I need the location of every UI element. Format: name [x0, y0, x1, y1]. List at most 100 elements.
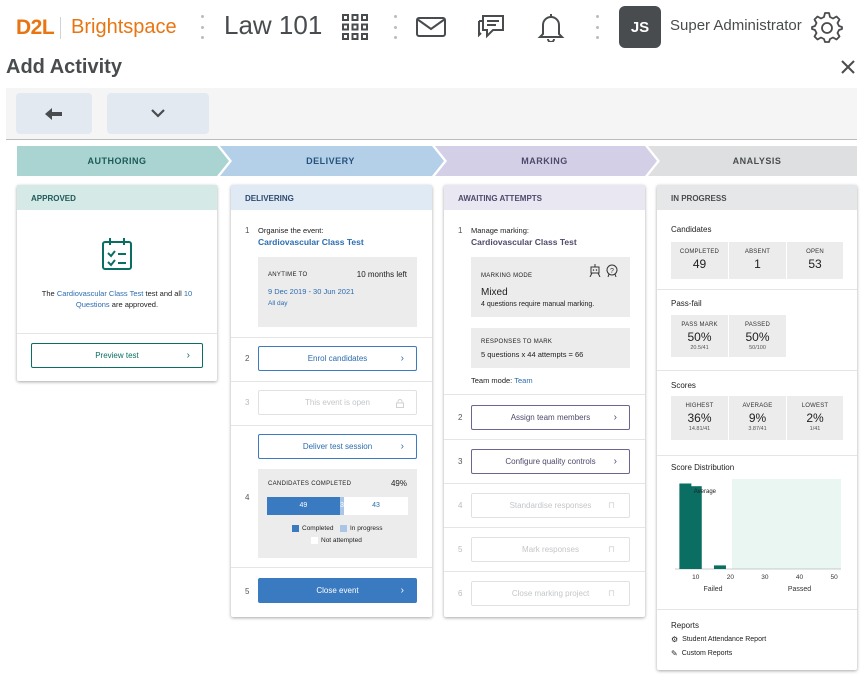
status-badge: DELIVERING [231, 185, 432, 210]
legend-completed: Completed [292, 525, 333, 532]
preview-test-button[interactable]: Preview test › [31, 343, 203, 368]
progress-completed: 49 [267, 497, 340, 515]
stage-bar: AUTHORING DELIVERY MARKING ANALYSIS [17, 146, 857, 176]
person-question-icon: ? [606, 264, 618, 278]
x-tick-label: 20 [727, 574, 735, 581]
separator-dots [596, 15, 599, 39]
lock-icon: ⊓ [607, 544, 615, 554]
x-tick-label: 50 [830, 574, 838, 581]
stat-open: OPEN 53 [787, 242, 843, 279]
chat-icon[interactable] [474, 10, 508, 44]
failed-label: Failed [704, 586, 723, 593]
legend-in-progress: In progress [340, 525, 383, 532]
enrol-candidates-button[interactable]: Enrol candidates › [258, 346, 417, 371]
avatar[interactable]: JS [619, 6, 661, 48]
stat-pass-mark: PASS MARK 50% 20.5/41 [671, 315, 728, 357]
stat-completed: COMPLETED 49 [671, 242, 728, 279]
chevron-right-icon: › [400, 585, 404, 596]
checklist-icon [102, 238, 132, 270]
robot-icon [589, 264, 601, 277]
brightspace-logo[interactable]: Brightspace [71, 16, 177, 39]
stat-absent: ABSENT 1 [729, 242, 786, 279]
assign-team-button[interactable]: Assign team members › [471, 405, 630, 430]
stat-lowest: LOWEST 2% 1/41 [787, 396, 843, 440]
lock-icon: ⊓ [607, 588, 615, 598]
progress-not-attempted: 43 [344, 497, 408, 515]
course-title[interactable]: Law 101 [224, 10, 322, 41]
scores-title: Scores [671, 381, 696, 390]
grid-icon[interactable] [338, 10, 372, 44]
close-event-button[interactable]: Close event › [258, 578, 417, 603]
event-link[interactable]: Cardiovascular Class Test [258, 237, 364, 247]
marking-mode-box: MARKING MODE ? Mixed 4 questions require… [471, 257, 630, 317]
lock-icon [396, 399, 404, 408]
manage-label: Manage marking: [471, 226, 529, 235]
bell-icon[interactable] [534, 10, 568, 44]
chevron-right-icon: › [613, 412, 617, 423]
svg-text:?: ? [610, 268, 614, 275]
gear-icon[interactable] [810, 10, 844, 44]
schedule-box: ANYTIME TO 10 months left 9 Dec 2019 - 3… [258, 257, 417, 327]
approval-text: The Cardiovascular Class Test test and a… [41, 289, 193, 309]
arrow-left-icon [45, 107, 62, 120]
authoring-card: APPROVED The Cardiovascular Class Test t… [17, 185, 217, 381]
average-label: Average [694, 489, 717, 495]
project-link[interactable]: Cardiovascular Class Test [471, 237, 577, 247]
chevron-right-icon: › [186, 350, 190, 361]
x-tick-label: 30 [761, 574, 769, 581]
date-range[interactable]: 9 Dec 2019 - 30 Jun 2021 [268, 287, 354, 296]
team-mode: Team mode: Team [471, 376, 533, 385]
marking-mode-value: Mixed [481, 287, 508, 298]
close-icon[interactable] [838, 57, 858, 77]
logo-divider [60, 17, 61, 39]
test-link[interactable]: Cardiovascular Class Test [57, 289, 144, 298]
standardise-button: Standardise responses ⊓ [471, 493, 630, 518]
stat-highest: HIGHEST 36% 14.81/41 [671, 396, 728, 440]
separator-dots [201, 15, 204, 39]
candidates-title: Candidates [671, 225, 712, 234]
event-open-button: This event is open [258, 390, 417, 415]
close-project-button: Close marking project ⊓ [471, 581, 630, 606]
page-title: Add Activity [6, 56, 122, 78]
responses-value: 5 questions x 44 attempts = 66 [481, 350, 584, 359]
organise-label: Organise the event: [258, 226, 324, 235]
chevron-right-icon: › [400, 441, 404, 452]
histogram-bar [689, 486, 702, 569]
passed-region [732, 479, 841, 569]
histogram-bar [679, 483, 692, 569]
stat-passed: PASSED 50% 50/100 [729, 315, 786, 357]
reports-title: Reports [671, 621, 700, 630]
stage-marking[interactable]: MARKING [444, 146, 645, 176]
back-button[interactable] [16, 93, 92, 134]
stage-delivery[interactable]: DELIVERY [229, 146, 432, 176]
histogram-bar [713, 565, 726, 569]
deliver-session-button[interactable]: Deliver test session › [258, 434, 417, 459]
distribution-title: Score Distribution [671, 463, 735, 472]
stage-analysis[interactable]: ANALYSIS [657, 146, 857, 176]
chevron-right-icon: › [400, 353, 404, 364]
time-left: 10 months left [356, 270, 407, 279]
lock-icon: ⊓ [607, 500, 615, 510]
status-badge: AWAITING ATTEMPTS [444, 185, 645, 210]
separator-dots [394, 15, 397, 39]
marking-card: AWAITING ATTEMPTS 1 Manage marking: Card… [444, 185, 645, 617]
legend-not-attempted: Not attempted [311, 537, 362, 544]
x-tick-label: 10 [692, 574, 700, 581]
mail-icon[interactable] [414, 10, 448, 44]
stage-authoring[interactable]: AUTHORING [17, 146, 217, 176]
toolbar [6, 88, 857, 140]
chevron-right-icon: › [613, 456, 617, 467]
user-name[interactable]: Super Administrator [670, 17, 802, 34]
status-badge: APPROVED [17, 185, 217, 210]
dropdown-button[interactable] [107, 93, 209, 134]
chevron-down-icon [151, 109, 165, 118]
custom-reports-link[interactable]: ✎ Custom Reports [671, 649, 732, 658]
analysis-card: IN PROGRESS Candidates COMPLETED 49 ABSEN… [657, 185, 857, 670]
attendance-report-link[interactable]: ⚙ Student Attendance Report [671, 635, 766, 644]
d2l-logo[interactable]: D2L [16, 16, 55, 40]
stat-average: AVERAGE 9% 3.87/41 [729, 396, 786, 440]
progress-bar: 49 3 43 [267, 497, 408, 515]
completed-percent: 49% [390, 479, 407, 488]
top-navbar: D2L Brightspace Law 101 JS Super Adminis… [0, 0, 863, 54]
quality-controls-button[interactable]: Configure quality controls › [471, 449, 630, 474]
